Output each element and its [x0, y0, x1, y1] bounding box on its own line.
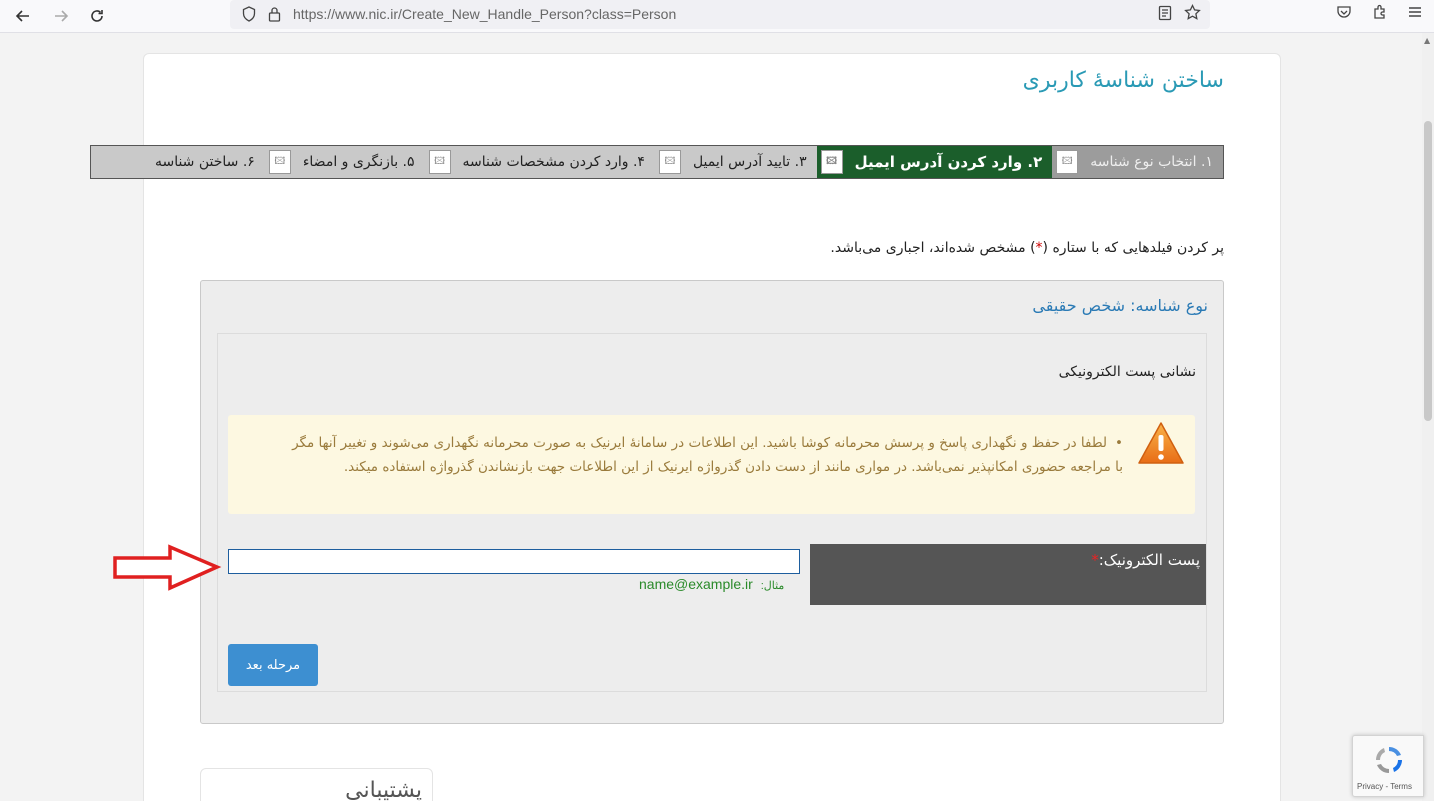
- warning-box: لطفا در حفظ و نگهداری پاسخ و پرسش محرمان…: [228, 415, 1195, 514]
- address-bar[interactable]: https://www.nic.ir/Create_New_Handle_Per…: [230, 0, 1210, 29]
- page-scrollbar[interactable]: ▲: [1422, 33, 1434, 801]
- menu-icon[interactable]: [1407, 4, 1423, 24]
- extensions-icon[interactable]: [1372, 4, 1388, 24]
- wizard-step-3: ۳. تایید آدرس ایمیل 🖾: [655, 146, 817, 178]
- wizard-step-5: ۵. بازنگری و امضاء 🖾: [265, 146, 425, 178]
- reload-icon[interactable]: [84, 4, 110, 28]
- bookmark-star-icon[interactable]: [1184, 3, 1201, 25]
- page-title: ساختن شناسهٔ کاربری: [1022, 68, 1224, 93]
- scroll-thumb[interactable]: [1424, 121, 1432, 421]
- warning-text: لطفا در حفظ و نگهداری پاسخ و پرسش محرمان…: [283, 431, 1123, 479]
- pocket-icon[interactable]: [1336, 4, 1352, 24]
- forward-arrow-icon[interactable]: [48, 4, 74, 28]
- support-title: پشتیبانی: [345, 778, 422, 801]
- email-label-cell: پست الکترونیک:*: [810, 544, 1206, 605]
- email-input[interactable]: [228, 549, 800, 574]
- required-note-after: ) مشخص شده‌اند، اجباری می‌باشد.: [830, 240, 1036, 256]
- back-arrow-icon[interactable]: [10, 4, 36, 28]
- lock-icon[interactable]: [268, 6, 281, 26]
- recaptcha-icon: [1376, 747, 1402, 773]
- broken-image-icon: 🖾: [658, 150, 681, 174]
- required-fields-note: پر کردن فیلدهایی که با ستاره (*) مشخص شد…: [830, 240, 1224, 256]
- wizard-step-1: ۱. انتخاب نوع شناسه 🖾: [1052, 146, 1223, 178]
- next-step-button[interactable]: مرحله بعد: [228, 644, 318, 686]
- broken-image-icon: 🖾: [1056, 150, 1079, 174]
- email-label-text: پست الکترونیک:: [1098, 551, 1200, 569]
- url-text[interactable]: https://www.nic.ir/Create_New_Handle_Per…: [293, 6, 676, 22]
- wizard-step-label: ۱. انتخاب نوع شناسه: [1090, 154, 1213, 170]
- handle-type-title: نوع شناسه: شخص حقیقی: [1032, 296, 1208, 315]
- warning-icon: [1138, 422, 1184, 464]
- required-star: *: [1035, 240, 1043, 256]
- wizard-step-2: ۲. وارد کردن آدرس ایمیل 🖾: [816, 146, 1053, 178]
- wizard-step-label: ۳. تایید آدرس ایمیل: [692, 154, 807, 170]
- wizard-step-4: ۴. وارد کردن مشخصات شناسه 🖾: [425, 146, 655, 178]
- email-required-star: *: [1091, 551, 1099, 569]
- required-note-before: پر کردن فیلدهایی که با ستاره (: [1042, 240, 1224, 256]
- red-arrow-icon: [113, 544, 222, 591]
- wizard-step-label: ۲. وارد کردن آدرس ایمیل: [854, 153, 1043, 171]
- wizard-step-label: ۴. وارد کردن مشخصات شناسه: [462, 154, 645, 170]
- broken-image-icon: 🖾: [268, 150, 291, 174]
- email-example: مثال: name@example.ir: [639, 576, 784, 592]
- scroll-up-icon[interactable]: ▲: [1424, 36, 1430, 45]
- reader-view-icon[interactable]: [1158, 5, 1172, 25]
- example-prefix: مثال:: [760, 580, 785, 592]
- wizard-step-label: ۵. بازنگری و امضاء: [302, 154, 415, 170]
- email-section-title: نشانی پست الکترونیکی: [1058, 364, 1196, 380]
- recaptcha-badge[interactable]: Privacy - Terms: [1352, 735, 1424, 797]
- broken-image-icon: 🖾: [820, 150, 843, 174]
- recaptcha-links[interactable]: Privacy - Terms: [1357, 782, 1412, 791]
- wizard-step-6: ۶. ساختن شناسه: [151, 146, 265, 178]
- shield-icon[interactable]: [242, 6, 256, 26]
- broken-image-icon: 🖾: [428, 150, 451, 174]
- wizard-steps: ۱. انتخاب نوع شناسه 🖾 ۲. وارد کردن آدرس ای…: [90, 145, 1224, 179]
- email-label: پست الکترونیک:*: [1091, 551, 1200, 569]
- browser-toolbar: https://www.nic.ir/Create_New_Handle_Per…: [0, 0, 1434, 33]
- example-value: name@example.ir: [639, 576, 753, 592]
- wizard-step-label: ۶. ساختن شناسه: [154, 154, 255, 170]
